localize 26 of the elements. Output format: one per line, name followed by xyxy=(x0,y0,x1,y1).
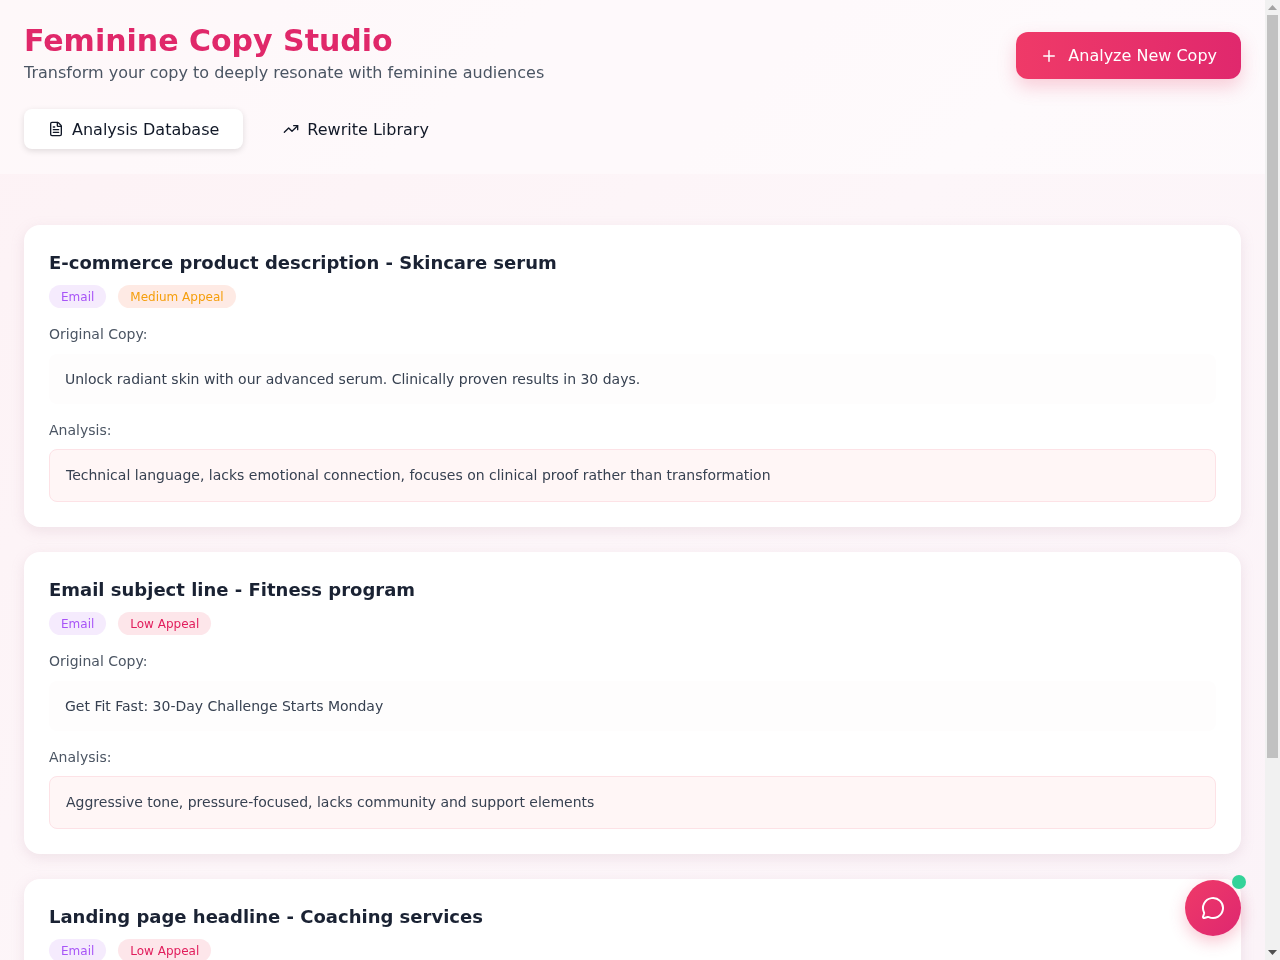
analysis-text: Technical language, lacks emotional connection, focuses on clinical proof rather than transformation xyxy=(49,449,1216,502)
scrollbar[interactable] xyxy=(1265,0,1280,960)
scroll-down-arrow-icon[interactable] xyxy=(1268,950,1277,955)
channel-tag: Email xyxy=(49,285,107,308)
tab[interactable]: Rewrite Library xyxy=(259,109,453,149)
appeal-tag: Medium Appeal xyxy=(118,285,236,308)
field-label: Analysis: xyxy=(49,421,113,440)
appeal-tag: Low Appeal xyxy=(118,939,212,960)
tab[interactable]: Analysis Database xyxy=(24,109,244,149)
app-subtitle: Transform your copy to deeply resonate with feminine audiences xyxy=(24,62,545,84)
channel-tag: Email xyxy=(49,939,107,960)
card-title: Landing page headline - Coaching services xyxy=(49,905,484,929)
field-label: Original Copy: xyxy=(49,325,149,344)
document-icon xyxy=(48,121,64,137)
scroll-up-arrow-icon[interactable] xyxy=(1268,5,1277,10)
analyze-button[interactable]: Analyze New Copy xyxy=(1016,32,1241,79)
appeal-tag: Low Appeal xyxy=(118,612,212,635)
scrollbar-thumb[interactable] xyxy=(1267,15,1278,758)
app-title: Feminine Copy Studio xyxy=(24,24,394,58)
field-label: Analysis: xyxy=(49,748,113,767)
field-label: Original Copy: xyxy=(49,652,149,671)
chat-bubble-icon xyxy=(1201,896,1225,920)
channel-tag: Email xyxy=(49,612,107,635)
analysis-text: Aggressive tone, pressure-focused, lacks community and support elements xyxy=(49,776,1216,829)
card-title: E-commerce product description - Skincare serum xyxy=(49,251,558,275)
card-title: Email subject line - Fitness program xyxy=(49,578,417,602)
